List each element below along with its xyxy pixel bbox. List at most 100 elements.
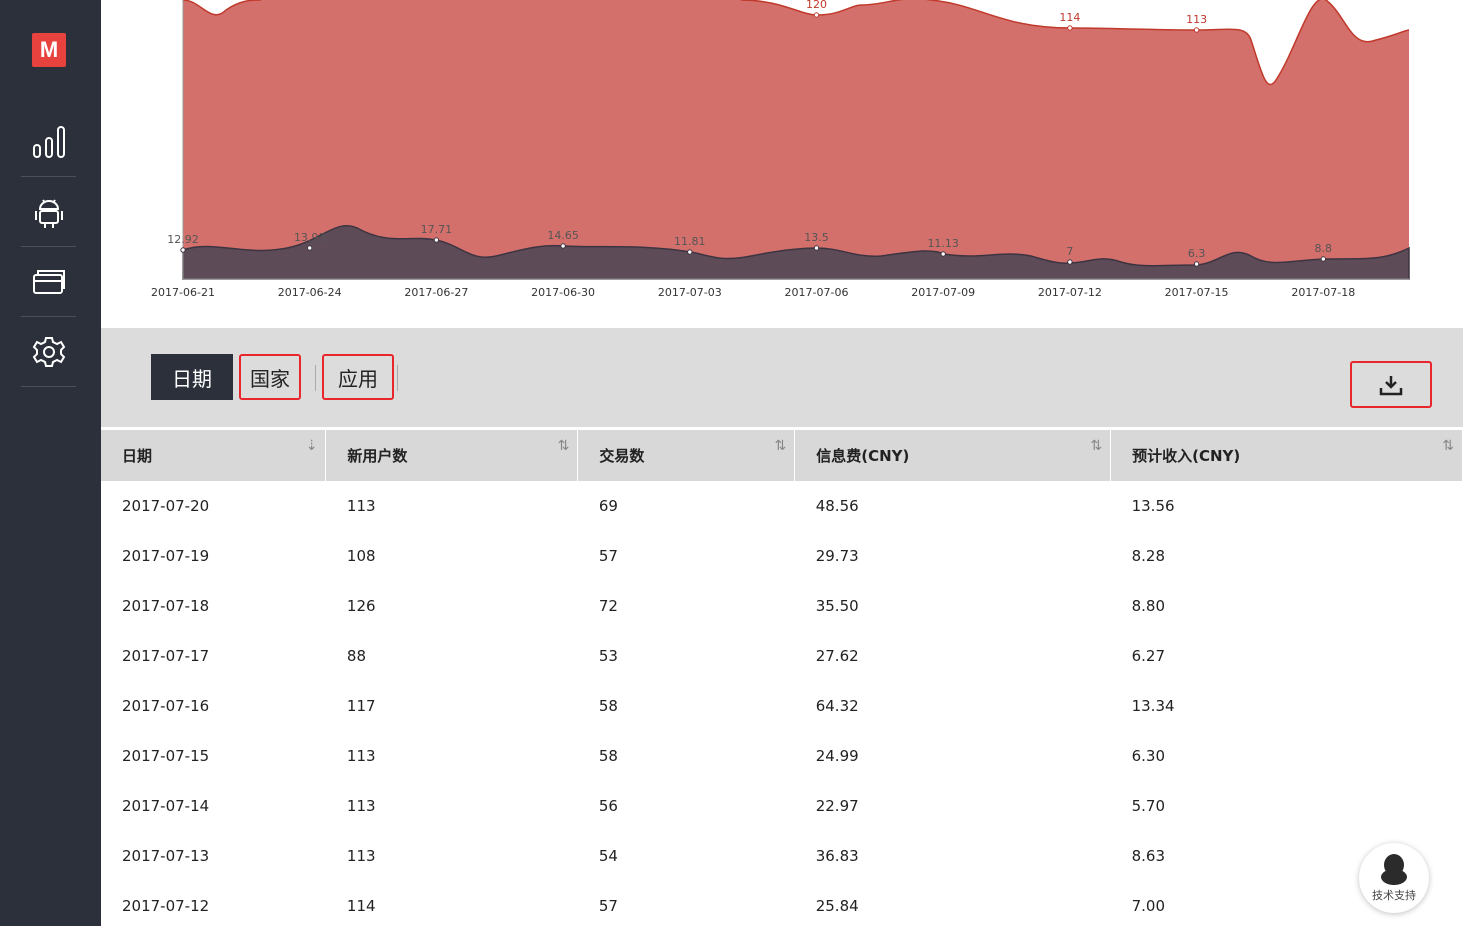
table-cell: 2017-07-18	[122, 596, 210, 615]
table-cell: 58	[598, 746, 618, 765]
table-cell: 108	[346, 546, 376, 565]
app-logo[interactable]: M	[32, 33, 66, 67]
nav-item-settings[interactable]	[21, 317, 76, 387]
x-tick-label: 2017-06-27	[404, 286, 468, 299]
sidebar: M	[0, 0, 101, 926]
table-row: 2017-07-16 117 58 64.32 13.34	[101, 681, 1463, 731]
tab-country[interactable]: 国家	[239, 354, 301, 400]
download-button[interactable]	[1350, 361, 1432, 408]
table-cell: 113	[346, 846, 376, 865]
table-cell: 48.56	[815, 496, 859, 515]
data-point[interactable]	[813, 12, 820, 18]
table-cell: 6.27	[1131, 646, 1165, 665]
data-point[interactable]	[180, 247, 186, 253]
table-cell: 114	[346, 896, 376, 915]
data-point[interactable]	[1067, 25, 1073, 31]
nav-item-statistics[interactable]	[21, 107, 76, 177]
table-cell: 113	[346, 496, 376, 515]
table-cell: 25.84	[815, 896, 859, 915]
table-cell: 29.73	[815, 546, 859, 565]
data-label: 12.92	[167, 233, 199, 246]
tab-app[interactable]: 应用	[322, 354, 394, 400]
data-point[interactable]	[307, 245, 313, 251]
data-point[interactable]	[1193, 261, 1200, 267]
data-point[interactable]	[813, 245, 820, 251]
table-cell: 2017-07-12	[122, 896, 210, 915]
tab-date[interactable]: 日期	[151, 354, 233, 400]
data-point[interactable]	[433, 237, 440, 243]
data-point[interactable]	[560, 243, 566, 249]
credit-card-icon	[32, 269, 65, 294]
table-cell: 126	[346, 596, 376, 615]
table-cell: 2017-07-15	[122, 746, 210, 765]
table-cell: 54	[598, 846, 618, 865]
data-label: 120	[806, 0, 827, 11]
table-cell: 2017-07-13	[122, 846, 210, 865]
data-table: 日期 ⇣ 新用户数 ⇅ 交易数 ⇅ 信息费(CNY) ⇅ 预计收入(CNY) ⇅ 2017…	[101, 427, 1463, 926]
sort-icon[interactable]: ⇅	[558, 438, 570, 454]
table-row: 2017-07-19 108 57 29.73 8.28	[101, 531, 1463, 581]
column-header-transactions[interactable]: 交易数 ⇅	[577, 428, 796, 481]
x-tick-label: 2017-06-24	[278, 286, 342, 299]
tab-separator	[315, 365, 316, 391]
data-label: 14.65	[547, 229, 579, 242]
data-label: 13.93	[294, 231, 326, 244]
table-cell: 57	[598, 896, 618, 915]
gear-icon	[32, 336, 65, 367]
nav-item-payment[interactable]	[21, 247, 76, 317]
x-tick-label: 2017-07-06	[785, 286, 849, 299]
sort-icon[interactable]: ⇅	[774, 438, 786, 454]
data-label: 113	[1186, 13, 1207, 26]
table-cell: 36.83	[815, 846, 859, 865]
x-tick-label: 2017-07-15	[1165, 286, 1229, 299]
sort-desc-icon[interactable]: ⇣	[306, 438, 318, 454]
x-tick-label: 2017-07-18	[1291, 286, 1355, 299]
sort-icon[interactable]: ⇅	[1442, 438, 1454, 454]
table-cell: 2017-07-20	[122, 496, 210, 515]
android-icon	[34, 198, 63, 228]
x-tick-label: 2017-06-30	[531, 286, 595, 299]
table-cell: 13.56	[1131, 496, 1175, 515]
sort-icon[interactable]: ⇅	[1090, 438, 1102, 454]
tab-separator	[397, 365, 398, 391]
table-cell: 72	[598, 596, 618, 615]
data-point[interactable]	[1193, 27, 1200, 33]
data-label: 7	[1066, 245, 1073, 258]
table-cell: 8.28	[1131, 546, 1165, 565]
data-label: 114	[1059, 11, 1080, 24]
table-cell: 2017-07-19	[122, 546, 210, 565]
table-cell: 24.99	[815, 746, 859, 765]
data-point[interactable]	[1067, 259, 1073, 265]
data-point[interactable]	[1320, 256, 1327, 262]
column-header-date[interactable]: 日期 ⇣	[101, 428, 327, 481]
table-cell: 5.70	[1131, 796, 1165, 815]
x-tick-label: 2017-07-03	[658, 286, 722, 299]
column-header-new-users[interactable]: 新用户数 ⇅	[325, 428, 579, 481]
tech-support-button[interactable]: 技术支持	[1359, 843, 1429, 913]
column-header-fee[interactable]: 信息费(CNY) ⇅	[794, 428, 1112, 481]
table-cell: 35.50	[815, 596, 859, 615]
table-row: 2017-07-12 114 57 25.84 7.00	[101, 881, 1463, 926]
table-row: 2017-07-18 126 72 35.50 8.80	[101, 581, 1463, 631]
table-cell: 57	[598, 546, 618, 565]
data-label: 6.3	[1188, 247, 1206, 260]
table-header-row: 日期 ⇣ 新用户数 ⇅ 交易数 ⇅ 信息费(CNY) ⇅ 预计收入(CNY) ⇅	[101, 428, 1463, 481]
table-cell: 53	[598, 646, 618, 665]
table-cell: 8.80	[1131, 596, 1165, 615]
data-point[interactable]	[940, 251, 946, 257]
table-cell: 88	[346, 646, 367, 665]
table-cell: 113	[346, 796, 376, 815]
table-row: 2017-07-13 113 54 36.83 8.63	[101, 831, 1463, 881]
data-label: 8.8	[1315, 242, 1333, 255]
table-row: 2017-07-20 113 69 48.56 13.56	[101, 481, 1463, 531]
table-row: 2017-07-15 113 58 24.99 6.30	[101, 731, 1463, 781]
x-tick-label: 2017-06-21	[151, 286, 215, 299]
penguin-icon	[1381, 854, 1407, 885]
table-cell: 117	[346, 696, 376, 715]
table-cell: 113	[346, 746, 376, 765]
column-header-revenue[interactable]: 预计收入(CNY) ⇅	[1110, 428, 1463, 481]
data-point[interactable]	[687, 249, 693, 255]
table-cell: 2017-07-14	[122, 796, 210, 815]
nav-item-android[interactable]	[21, 177, 76, 247]
table-cell: 6.30	[1131, 746, 1165, 765]
